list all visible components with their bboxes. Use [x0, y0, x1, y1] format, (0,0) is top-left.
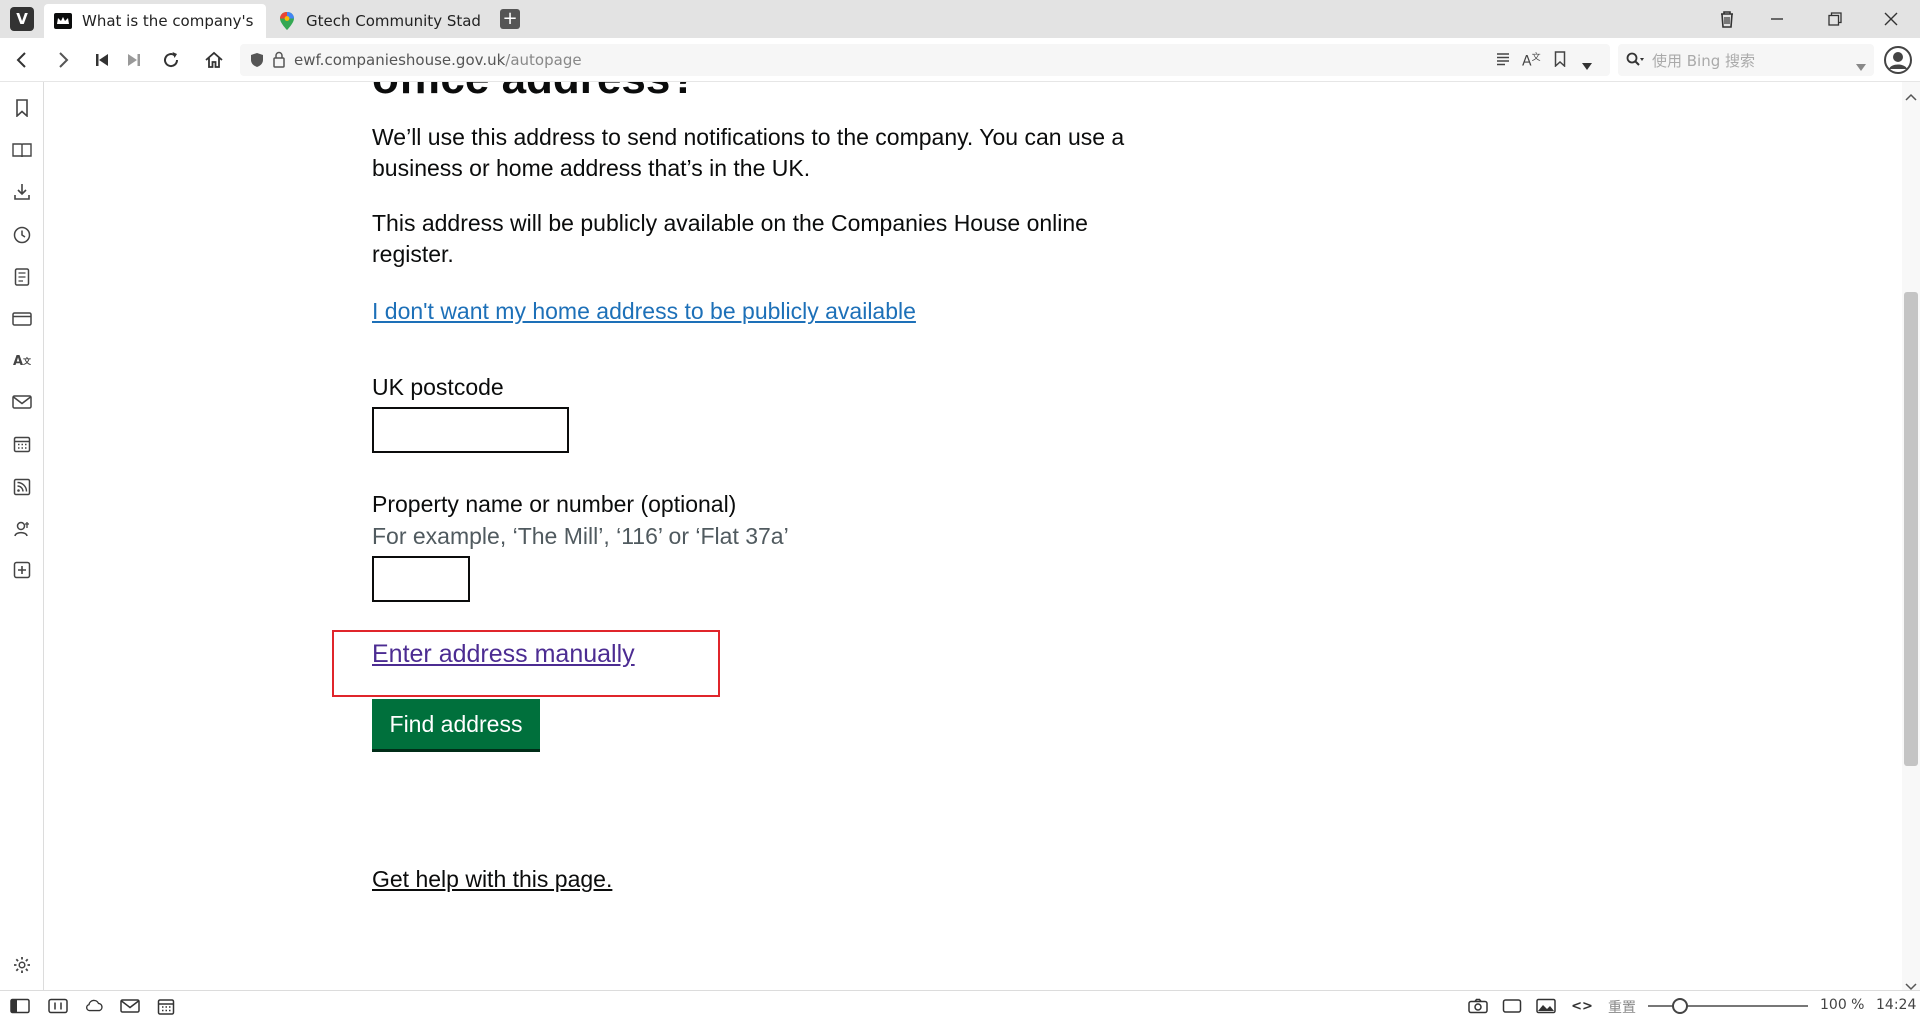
downloads-icon[interactable]: [10, 180, 34, 204]
translate-icon[interactable]: A文: [1522, 50, 1541, 70]
reload-icon[interactable]: [157, 46, 185, 74]
postcode-input[interactable]: [372, 407, 569, 453]
history-icon[interactable]: [10, 223, 34, 247]
feeds-icon[interactable]: [10, 475, 34, 499]
zoom-slider-handle[interactable]: [1672, 998, 1688, 1014]
search-engine-dropdown-icon[interactable]: [1856, 57, 1866, 75]
mail-status-icon[interactable]: [120, 997, 140, 1015]
shield-icon[interactable]: [250, 52, 264, 72]
status-bar: <> 重置 100 % 14:24: [0, 990, 1920, 1020]
tab-title: What is the company's regi: [82, 12, 256, 30]
clock: 14:24: [1876, 997, 1917, 1013]
public-register-paragraph: This address will be publicly available …: [372, 210, 1088, 267]
profile-avatar[interactable]: [1884, 46, 1912, 74]
rewind-button[interactable]: [88, 46, 116, 74]
page-heading: office address?: [372, 82, 697, 104]
scroll-up-arrow-icon[interactable]: [1905, 86, 1917, 105]
calendar-status-icon[interactable]: [156, 997, 176, 1015]
calendar-icon[interactable]: [10, 432, 34, 456]
cloud-sync-icon[interactable]: [84, 997, 104, 1015]
translate-panel-icon[interactable]: A文: [10, 349, 34, 373]
forward-button[interactable]: [49, 46, 77, 74]
tab-company-address[interactable]: What is the company's regi: [44, 4, 266, 38]
google-maps-pin-icon: [278, 12, 296, 30]
capture-camera-icon[interactable]: [1468, 997, 1488, 1015]
tab-bar: V What is the company's regi Gtech Commu…: [0, 0, 1920, 38]
bookmarks-panel-icon[interactable]: [10, 96, 34, 120]
restore-window-button[interactable]: [1812, 0, 1858, 38]
lock-icon[interactable]: [272, 51, 286, 72]
vivaldi-menu-button[interactable]: V: [10, 7, 34, 31]
search-icon: [1626, 52, 1644, 72]
bookmark-icon[interactable]: [1554, 51, 1566, 71]
property-input[interactable]: [372, 556, 470, 602]
reader-view-icon[interactable]: [1496, 52, 1510, 70]
panel-toggle-icon[interactable]: [10, 997, 30, 1015]
scrollbar-thumb[interactable]: [1904, 292, 1918, 766]
close-window-button[interactable]: [1868, 0, 1914, 38]
property-hint: For example, ‘The Mill’, ‘116’ or ‘Flat …: [372, 523, 789, 549]
postcode-label: UK postcode: [372, 374, 504, 400]
chevron-down-icon[interactable]: [1582, 56, 1592, 74]
companies-house-crown-icon: [54, 12, 72, 30]
zoom-reset-button[interactable]: 重置: [1608, 997, 1636, 1017]
settings-gear-icon[interactable]: [10, 953, 34, 977]
intro-paragraph: We’ll use this address to send notificat…: [372, 124, 1125, 181]
tab-title: Gtech Community Stadium: [306, 12, 480, 30]
home-icon[interactable]: [200, 46, 228, 74]
notes-icon[interactable]: [10, 265, 34, 289]
search-placeholder: 使用 Bing 搜索: [1652, 51, 1756, 70]
tab-gtech-stadium[interactable]: Gtech Community Stadium: [268, 4, 490, 38]
privacy-address-link[interactable]: I don't want my home address to be publi…: [372, 298, 916, 325]
new-tab-button[interactable]: +: [500, 9, 520, 29]
page-tiling-icon[interactable]: [1502, 997, 1522, 1015]
page-content: office address? We’ll use this address t…: [44, 82, 1902, 990]
images-toggle-icon[interactable]: [1536, 997, 1556, 1015]
url-path: /autopage: [505, 51, 582, 69]
trash-icon[interactable]: [1704, 0, 1750, 38]
back-button[interactable]: [8, 46, 36, 74]
reading-list-icon[interactable]: [10, 138, 34, 162]
fast-forward-button[interactable]: [120, 46, 148, 74]
search-input[interactable]: 使用 Bing 搜索: [1618, 44, 1874, 76]
side-panel: A文: [0, 82, 44, 990]
mail-icon[interactable]: [10, 390, 34, 414]
get-help-link[interactable]: Get help with this page.: [372, 866, 612, 893]
add-web-panel-icon[interactable]: [10, 558, 34, 582]
navigation-toolbar: ewf.companieshouse.gov.uk/autopage A文 使用…: [0, 38, 1920, 82]
url-host: ewf.companieshouse.gov.uk: [294, 51, 506, 69]
enter-address-manually-link[interactable]: Enter address manually: [372, 640, 635, 669]
page-actions-icon[interactable]: <>: [1571, 997, 1593, 1015]
tab-tiling-icon[interactable]: [48, 997, 68, 1015]
contacts-icon[interactable]: [10, 517, 34, 541]
find-address-button[interactable]: Find address: [372, 699, 540, 749]
minimize-window-button[interactable]: [1754, 0, 1800, 38]
property-label: Property name or number (optional): [372, 491, 737, 517]
window-panel-icon[interactable]: [10, 307, 34, 331]
address-bar[interactable]: ewf.companieshouse.gov.uk/autopage A文: [240, 44, 1610, 76]
zoom-level: 100 %: [1820, 997, 1865, 1013]
